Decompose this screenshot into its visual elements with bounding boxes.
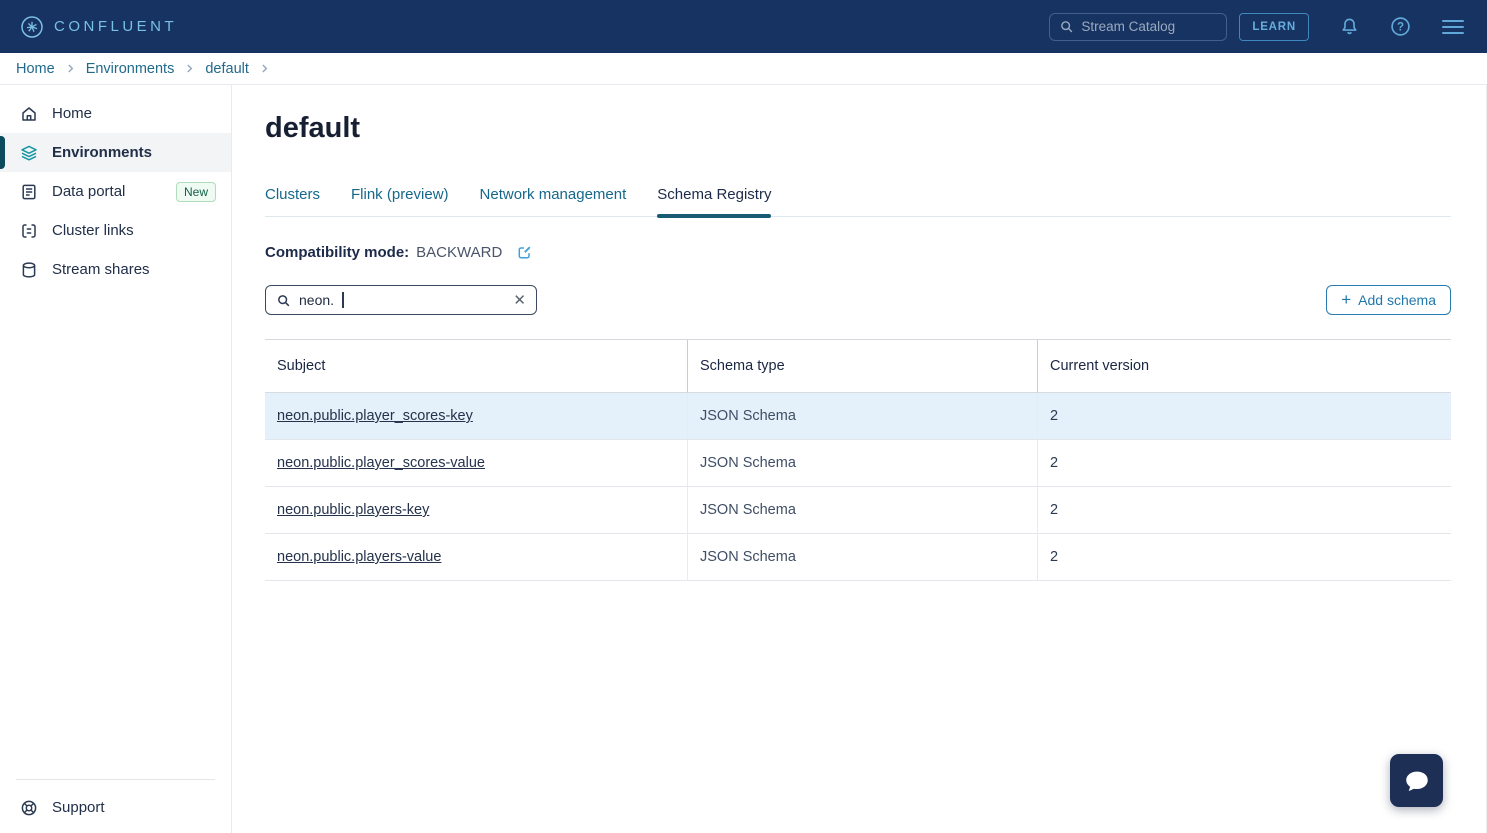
sidebar-item-label: Environments bbox=[52, 144, 152, 161]
sidebar-item-label: Home bbox=[52, 105, 92, 122]
schema-type-value: JSON Schema bbox=[700, 455, 796, 471]
chat-widget-button[interactable] bbox=[1390, 754, 1443, 807]
table-row: neon.public.players-value JSON Schema 2 bbox=[265, 534, 1451, 581]
table-row: neon.public.player_scores-key JSON Schem… bbox=[265, 393, 1451, 440]
schema-type-value: JSON Schema bbox=[700, 408, 796, 424]
search-icon bbox=[276, 293, 291, 308]
edit-compatibility-icon[interactable] bbox=[516, 244, 533, 261]
learn-button[interactable]: LEARN bbox=[1239, 13, 1309, 41]
breadcrumb-home[interactable]: Home bbox=[16, 61, 55, 77]
top-navbar: CONFLUENT LEARN bbox=[0, 0, 1487, 53]
stream-catalog-search[interactable] bbox=[1049, 13, 1227, 41]
schema-search-value: neon. bbox=[299, 292, 334, 308]
sidebar-item-data-portal[interactable]: Data portal New bbox=[0, 172, 231, 211]
compatibility-mode-label: Compatibility mode: bbox=[265, 244, 409, 261]
document-icon bbox=[20, 183, 38, 201]
subject-link[interactable]: neon.public.players-value bbox=[277, 549, 441, 565]
current-version-value: 2 bbox=[1050, 455, 1058, 471]
toolbar: neon. ✕ + Add schema bbox=[265, 285, 1451, 315]
new-badge: New bbox=[176, 182, 216, 202]
subject-link[interactable]: neon.public.player_scores-key bbox=[277, 408, 473, 424]
sidebar-item-cluster-links[interactable]: Cluster links bbox=[0, 211, 231, 250]
notifications-bell-icon[interactable] bbox=[1339, 16, 1360, 37]
subject-link[interactable]: neon.public.player_scores-value bbox=[277, 455, 485, 471]
clear-search-icon[interactable]: ✕ bbox=[513, 293, 526, 308]
breadcrumb: Home Environments default bbox=[0, 53, 1487, 85]
sidebar-item-label: Data portal bbox=[52, 183, 125, 200]
sidebar-item-environments[interactable]: Environments bbox=[0, 133, 231, 172]
table-row: neon.public.players-key JSON Schema 2 bbox=[265, 487, 1451, 534]
current-version-value: 2 bbox=[1050, 408, 1058, 424]
table-header-row: Subject Schema type Current version bbox=[265, 340, 1451, 393]
brand-wordmark: CONFLUENT bbox=[54, 18, 177, 35]
tab-network-management[interactable]: Network management bbox=[480, 186, 627, 216]
svg-text:?: ? bbox=[1397, 22, 1404, 34]
help-icon[interactable]: ? bbox=[1390, 16, 1411, 37]
search-icon bbox=[1059, 19, 1074, 34]
tab-bar: Clusters Flink (preview) Network managem… bbox=[265, 186, 1451, 217]
current-version-value: 2 bbox=[1050, 549, 1058, 565]
text-cursor bbox=[342, 292, 344, 308]
main-content: default Clusters Flink (preview) Network… bbox=[232, 85, 1487, 833]
sidebar-item-home[interactable]: Home bbox=[0, 94, 231, 133]
table-row: neon.public.player_scores-value JSON Sch… bbox=[265, 440, 1451, 487]
compatibility-mode-row: Compatibility mode: BACKWARD bbox=[265, 244, 1451, 261]
database-icon bbox=[20, 261, 38, 279]
chevron-right-icon bbox=[259, 63, 270, 74]
column-header-current-version: Current version bbox=[1037, 340, 1451, 393]
sidebar-item-label: Stream shares bbox=[52, 261, 150, 278]
layers-icon bbox=[20, 144, 38, 162]
column-header-subject: Subject bbox=[265, 340, 687, 393]
schema-search-input[interactable]: neon. ✕ bbox=[265, 285, 537, 315]
chevron-right-icon bbox=[184, 63, 195, 74]
breadcrumb-environments[interactable]: Environments bbox=[86, 61, 175, 77]
plus-icon: + bbox=[1341, 291, 1351, 308]
support-lifebuoy-icon bbox=[20, 799, 38, 817]
chevron-right-icon bbox=[65, 63, 76, 74]
compatibility-mode-value: BACKWARD bbox=[416, 244, 502, 261]
home-icon bbox=[20, 105, 38, 123]
cluster-links-icon bbox=[20, 222, 38, 240]
schemas-table: Subject Schema type Current version neon… bbox=[265, 339, 1451, 581]
sidebar-item-label: Support bbox=[52, 799, 105, 816]
confluent-logo-icon bbox=[20, 15, 44, 39]
breadcrumb-default[interactable]: default bbox=[205, 61, 249, 77]
app-window: CONFLUENT LEARN bbox=[0, 0, 1487, 833]
hamburger-menu-icon[interactable] bbox=[1441, 18, 1465, 36]
page-title: default bbox=[265, 112, 1451, 145]
tab-schema-registry[interactable]: Schema Registry bbox=[657, 186, 771, 216]
sidebar: Home Environments bbox=[0, 85, 232, 833]
tab-flink-preview[interactable]: Flink (preview) bbox=[351, 186, 449, 216]
schema-type-value: JSON Schema bbox=[700, 502, 796, 518]
confluent-logo[interactable]: CONFLUENT bbox=[20, 15, 177, 39]
add-schema-label: Add schema bbox=[1358, 292, 1436, 308]
sidebar-item-stream-shares[interactable]: Stream shares bbox=[0, 250, 231, 289]
sidebar-item-label: Cluster links bbox=[52, 222, 134, 239]
current-version-value: 2 bbox=[1050, 502, 1058, 518]
chat-bubble-icon bbox=[1403, 767, 1431, 795]
add-schema-button[interactable]: + Add schema bbox=[1326, 285, 1451, 315]
sidebar-divider bbox=[16, 779, 215, 780]
subject-link[interactable]: neon.public.players-key bbox=[277, 502, 429, 518]
sidebar-item-support[interactable]: Support bbox=[0, 788, 231, 827]
stream-catalog-input[interactable] bbox=[1081, 19, 1217, 34]
tab-clusters[interactable]: Clusters bbox=[265, 186, 320, 216]
column-header-schema-type: Schema type bbox=[687, 340, 1037, 393]
schema-type-value: JSON Schema bbox=[700, 549, 796, 565]
